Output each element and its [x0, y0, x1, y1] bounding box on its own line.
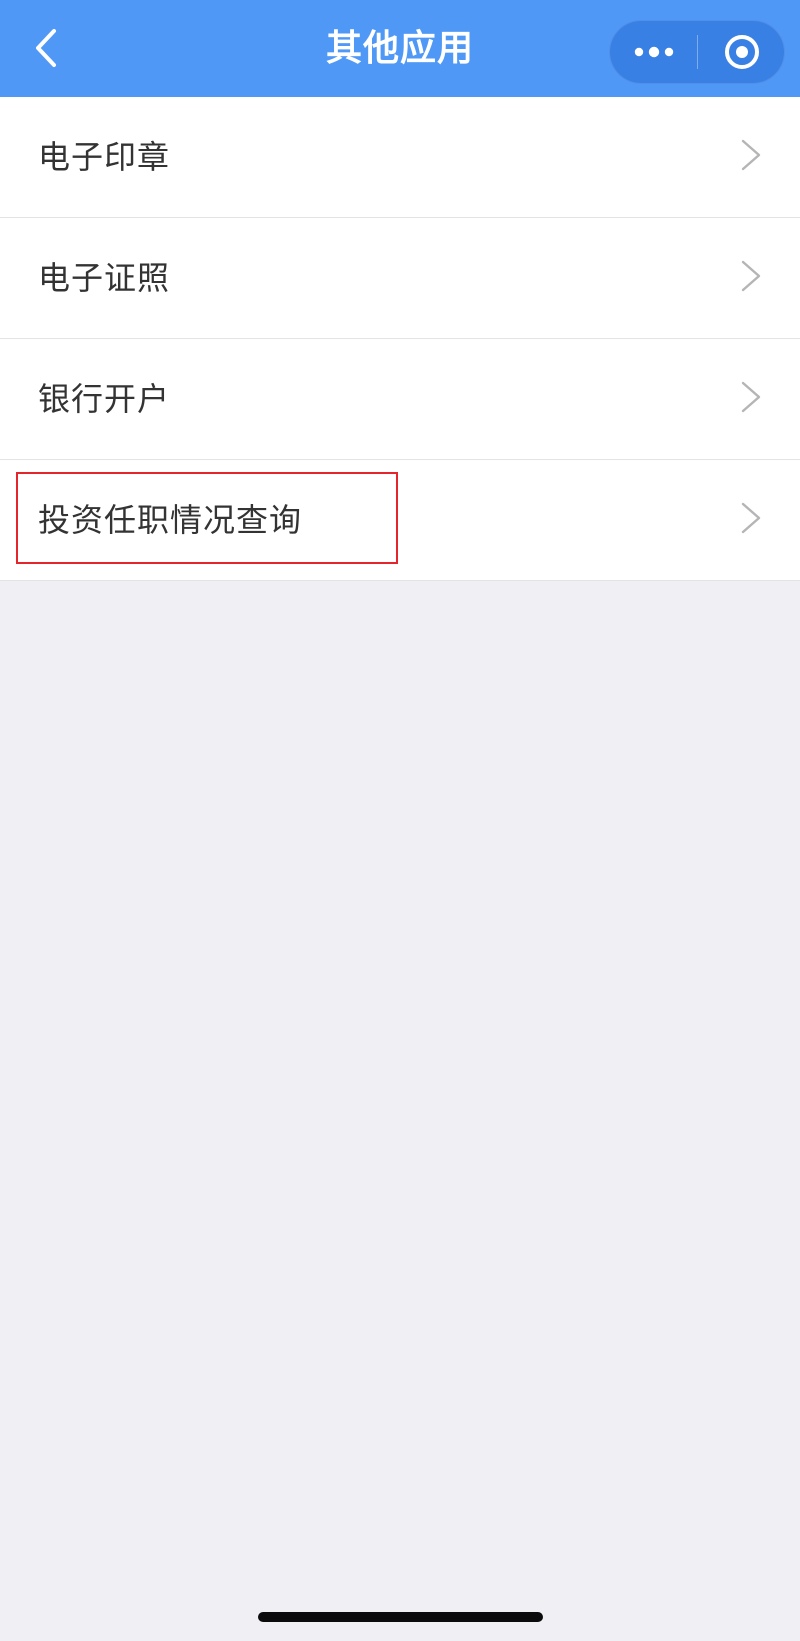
home-indicator[interactable]	[258, 1612, 543, 1622]
list-item-electronic-seal[interactable]: 电子印章	[0, 97, 800, 218]
list-item-label: 投资任职情况查询	[38, 501, 303, 539]
list-item-label: 银行开户	[38, 380, 171, 418]
list-item-investment-position-query[interactable]: 投资任职情况查询	[0, 460, 800, 581]
application-list: 电子印章 电子证照 银行开户 投资任职情况查询	[0, 97, 800, 581]
list-item-label: 电子印章	[38, 138, 171, 176]
list-item-label: 电子证照	[38, 259, 171, 297]
chevron-right-icon	[741, 381, 761, 413]
more-button[interactable]	[610, 21, 698, 83]
chevron-right-icon	[741, 139, 761, 171]
list-item-bank-account-opening[interactable]: 银行开户	[0, 339, 800, 460]
chevron-right-icon	[741, 260, 761, 292]
close-button[interactable]	[698, 21, 786, 83]
chevron-right-icon	[741, 502, 761, 534]
list-item-electronic-license[interactable]: 电子证照	[0, 218, 800, 339]
mini-program-capsule	[609, 20, 785, 84]
target-circle-icon	[725, 35, 759, 69]
navigation-bar: 其他应用	[0, 0, 800, 97]
more-dots-icon	[634, 46, 674, 58]
